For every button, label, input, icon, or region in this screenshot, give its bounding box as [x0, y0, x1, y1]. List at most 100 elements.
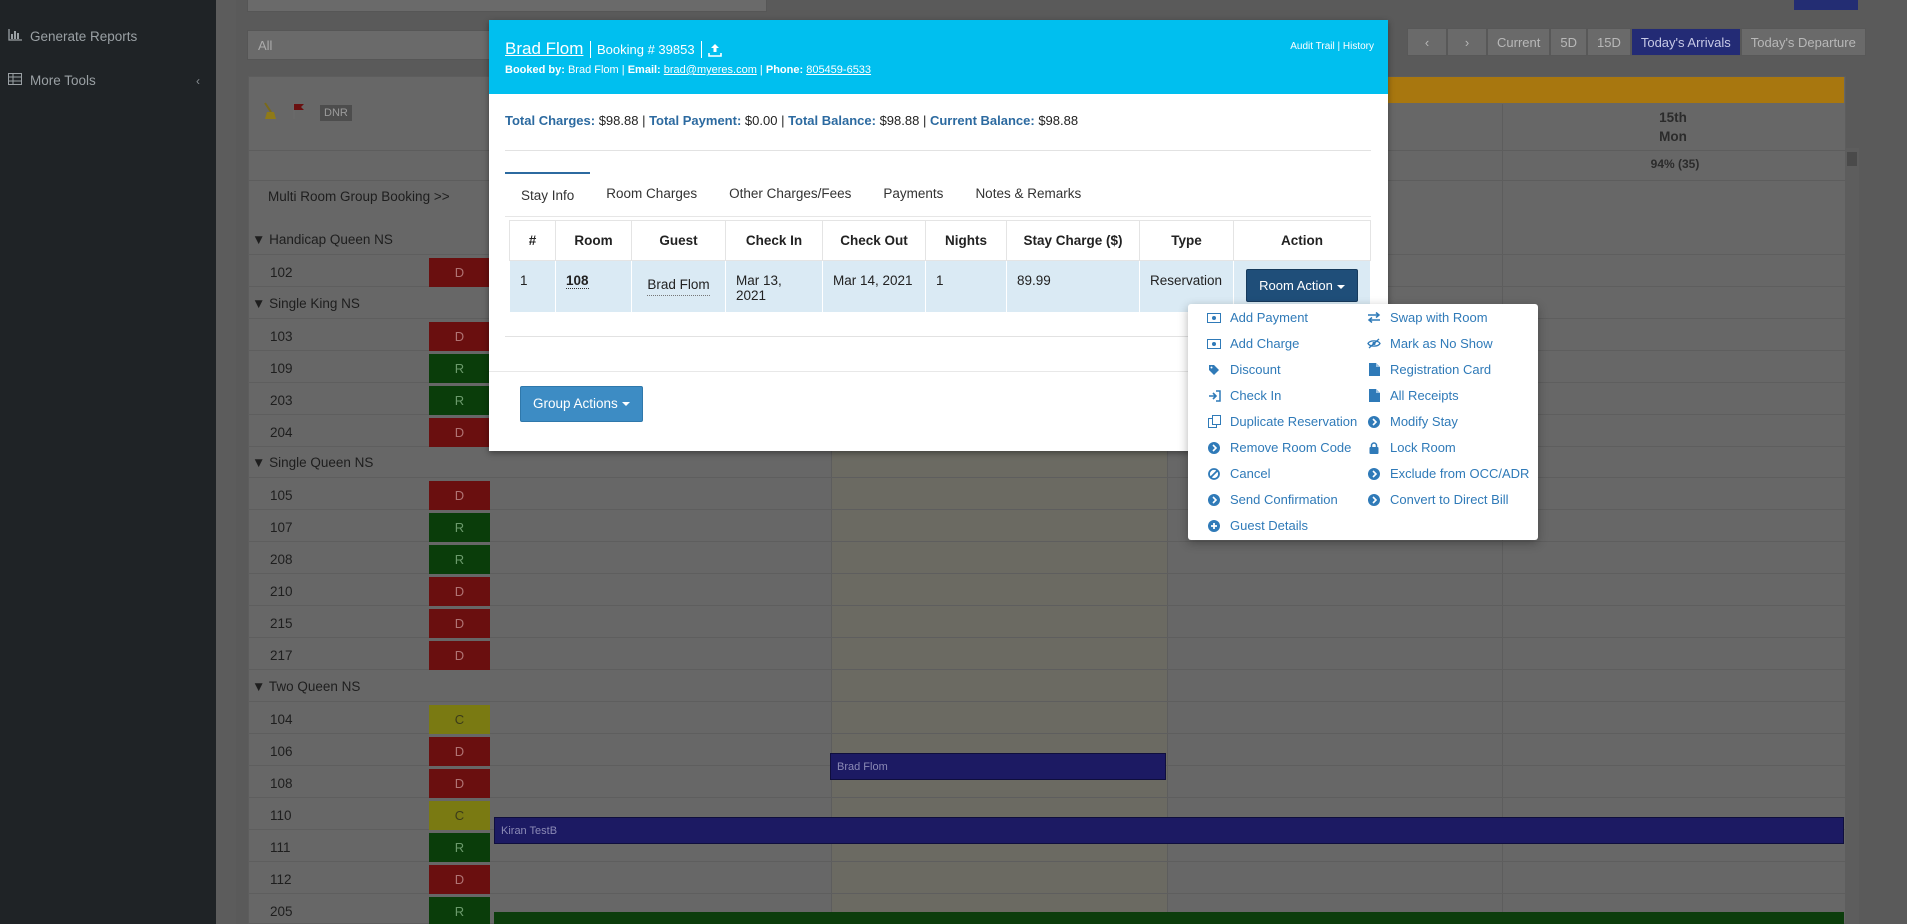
menu-item-mark-as-no-show[interactable]: Mark as No Show — [1366, 336, 1493, 351]
menu-item-all-receipts[interactable]: All Receipts — [1366, 388, 1459, 403]
tab-payments[interactable]: Payments — [867, 172, 959, 216]
booking-guest: Brad Flom — [837, 761, 888, 773]
chevron-left-icon: ‹ — [196, 73, 200, 88]
row-nights: 1 — [925, 260, 1007, 313]
room-status-badge[interactable]: R — [429, 897, 490, 924]
money-icon — [1206, 337, 1222, 351]
room-type-group[interactable]: ▼ Single Queen NS — [252, 455, 373, 470]
phone-link[interactable]: 805459-6533 — [806, 64, 871, 76]
menu-item-add-charge[interactable]: Add Charge — [1206, 336, 1299, 351]
room-status-badge[interactable]: D — [429, 322, 490, 351]
todays-arrivals-button[interactable]: Today's Arrivals — [1630, 28, 1741, 56]
date-header-highlight — [1388, 77, 1844, 103]
booked-by-label: Booked by: — [505, 64, 565, 76]
room-status-badge[interactable]: D — [429, 865, 490, 894]
menu-item-guest-details[interactable]: Guest Details — [1206, 518, 1308, 533]
table-icon — [8, 73, 22, 88]
booking-bar[interactable] — [494, 912, 1844, 924]
menu-item-discount[interactable]: Discount — [1206, 362, 1281, 377]
booking-guest: Kiran TestB — [501, 825, 558, 837]
room-number-link[interactable]: 108 — [566, 273, 589, 289]
audit-trail-link[interactable]: Audit Trail — [1290, 41, 1334, 52]
guest-name-link[interactable]: Brad Flom — [505, 39, 583, 59]
room-status-badge[interactable]: C — [429, 801, 490, 830]
search-input[interactable] — [247, 0, 767, 12]
tab-stay-info[interactable]: Stay Info — [505, 172, 591, 216]
room-status-badge[interactable]: D — [429, 769, 490, 798]
room-status-badge[interactable]: R — [429, 833, 490, 862]
grid-scrollbar[interactable] — [1845, 148, 1859, 924]
room-status-badge[interactable]: R — [429, 386, 490, 415]
tab-other-charges[interactable]: Other Charges/Fees — [713, 172, 867, 216]
booked-by-line: Booked by: Brad Flom | Email: brad@myere… — [505, 64, 872, 76]
group-actions-button[interactable]: Group Actions — [520, 386, 643, 422]
total-balance-label: Total Balance: — [788, 113, 876, 128]
top-action-button[interactable] — [1794, 0, 1858, 10]
menu-item-label: Lock Room — [1390, 440, 1456, 455]
divider — [505, 216, 1371, 217]
phone-label: Phone: — [765, 64, 804, 76]
sidebar-item-generate-reports[interactable]: Generate Reports — [8, 29, 208, 44]
broom-icon — [262, 102, 278, 123]
room-number: 109 — [270, 361, 293, 376]
menu-item-remove-room-code[interactable]: Remove Room Code — [1206, 440, 1351, 455]
room-type-group[interactable]: ▼ Single King NS — [252, 296, 360, 311]
history-link[interactable]: History — [1343, 41, 1374, 52]
room-number: 107 — [270, 520, 293, 535]
room-status-badge[interactable]: D — [429, 577, 490, 606]
room-status-badge[interactable]: D — [429, 737, 490, 766]
room-status-badge[interactable]: R — [429, 513, 490, 542]
room-status-badge[interactable]: R — [429, 545, 490, 574]
row-divider — [248, 477, 1846, 478]
menu-item-label: Registration Card — [1390, 362, 1492, 377]
sidebar-item-more-tools[interactable]: More Tools ‹ — [8, 73, 208, 88]
menu-item-cancel[interactable]: Cancel — [1206, 466, 1270, 481]
room-status-badge[interactable]: D — [429, 418, 490, 447]
menu-item-convert-to-direct-bill[interactable]: Convert to Direct Bill — [1366, 492, 1508, 507]
menu-item-label: Cancel — [1230, 466, 1271, 481]
chevron-right-icon: › — [1464, 35, 1470, 50]
menu-item-swap-with-room[interactable]: Swap with Room — [1366, 310, 1488, 325]
room-status-badge[interactable]: R — [429, 354, 490, 383]
upload-icon[interactable] — [707, 43, 722, 57]
15d-button[interactable]: 15D — [1586, 28, 1631, 56]
menu-item-registration-card[interactable]: Registration Card — [1366, 362, 1491, 377]
room-type-group[interactable]: ▼ Two Queen NS — [252, 679, 360, 694]
menu-item-lock-room[interactable]: Lock Room — [1366, 440, 1456, 455]
room-status-badge[interactable]: D — [429, 641, 490, 670]
column-header: Type — [1139, 220, 1234, 261]
menu-item-label: Swap with Room — [1390, 310, 1488, 325]
menu-item-send-confirmation[interactable]: Send Confirmation — [1206, 492, 1338, 507]
occupancy-percent: 94% (35) — [1650, 157, 1700, 171]
current-button[interactable]: Current — [1487, 28, 1551, 56]
room-action-button[interactable]: Room Action — [1246, 269, 1358, 302]
room-status-badge[interactable]: D — [429, 258, 490, 287]
tab-room-charges[interactable]: Room Charges — [590, 172, 713, 216]
menu-item-exclude-from-occ-adr[interactable]: Exclude from OCC/ADR — [1366, 466, 1529, 481]
menu-item-modify-stay[interactable]: Modify Stay — [1366, 414, 1458, 429]
room-status-badge[interactable]: C — [429, 705, 490, 734]
money-icon — [1206, 311, 1222, 325]
booking-bar[interactable]: Kiran TestB — [494, 817, 1844, 844]
multi-room-group-link[interactable]: Multi Room Group Booking >> — [268, 189, 450, 204]
room-number: 204 — [270, 425, 293, 440]
5d-button[interactable]: 5D — [1550, 28, 1587, 56]
room-type-group[interactable]: ▼ Handicap Queen NS — [252, 232, 393, 247]
menu-item-check-in[interactable]: Check In — [1206, 388, 1281, 403]
room-status-badge[interactable]: D — [429, 481, 490, 510]
menu-item-duplicate-reservation[interactable]: Duplicate Reservation — [1206, 414, 1357, 429]
booking-bar[interactable]: Brad Flom — [830, 753, 1166, 780]
tab-notes-remarks[interactable]: Notes & Remarks — [959, 172, 1097, 216]
todays-departure-button[interactable]: Today's Departure — [1740, 28, 1866, 56]
menu-item-label: Discount — [1230, 362, 1281, 377]
prev-button[interactable]: ‹ — [1407, 28, 1447, 56]
grid-scrollbar-thumb[interactable] — [1847, 152, 1857, 166]
email-link[interactable]: brad@myeres.com — [664, 64, 757, 76]
guest-link[interactable]: Brad Flom — [647, 277, 710, 296]
menu-item-add-payment[interactable]: Add Payment — [1206, 310, 1308, 325]
chevron-left-icon: ‹ — [1424, 35, 1430, 50]
column-header: Room — [555, 220, 632, 261]
next-button[interactable]: › — [1447, 28, 1487, 56]
ban-icon — [1206, 467, 1222, 481]
room-status-badge[interactable]: D — [429, 609, 490, 638]
